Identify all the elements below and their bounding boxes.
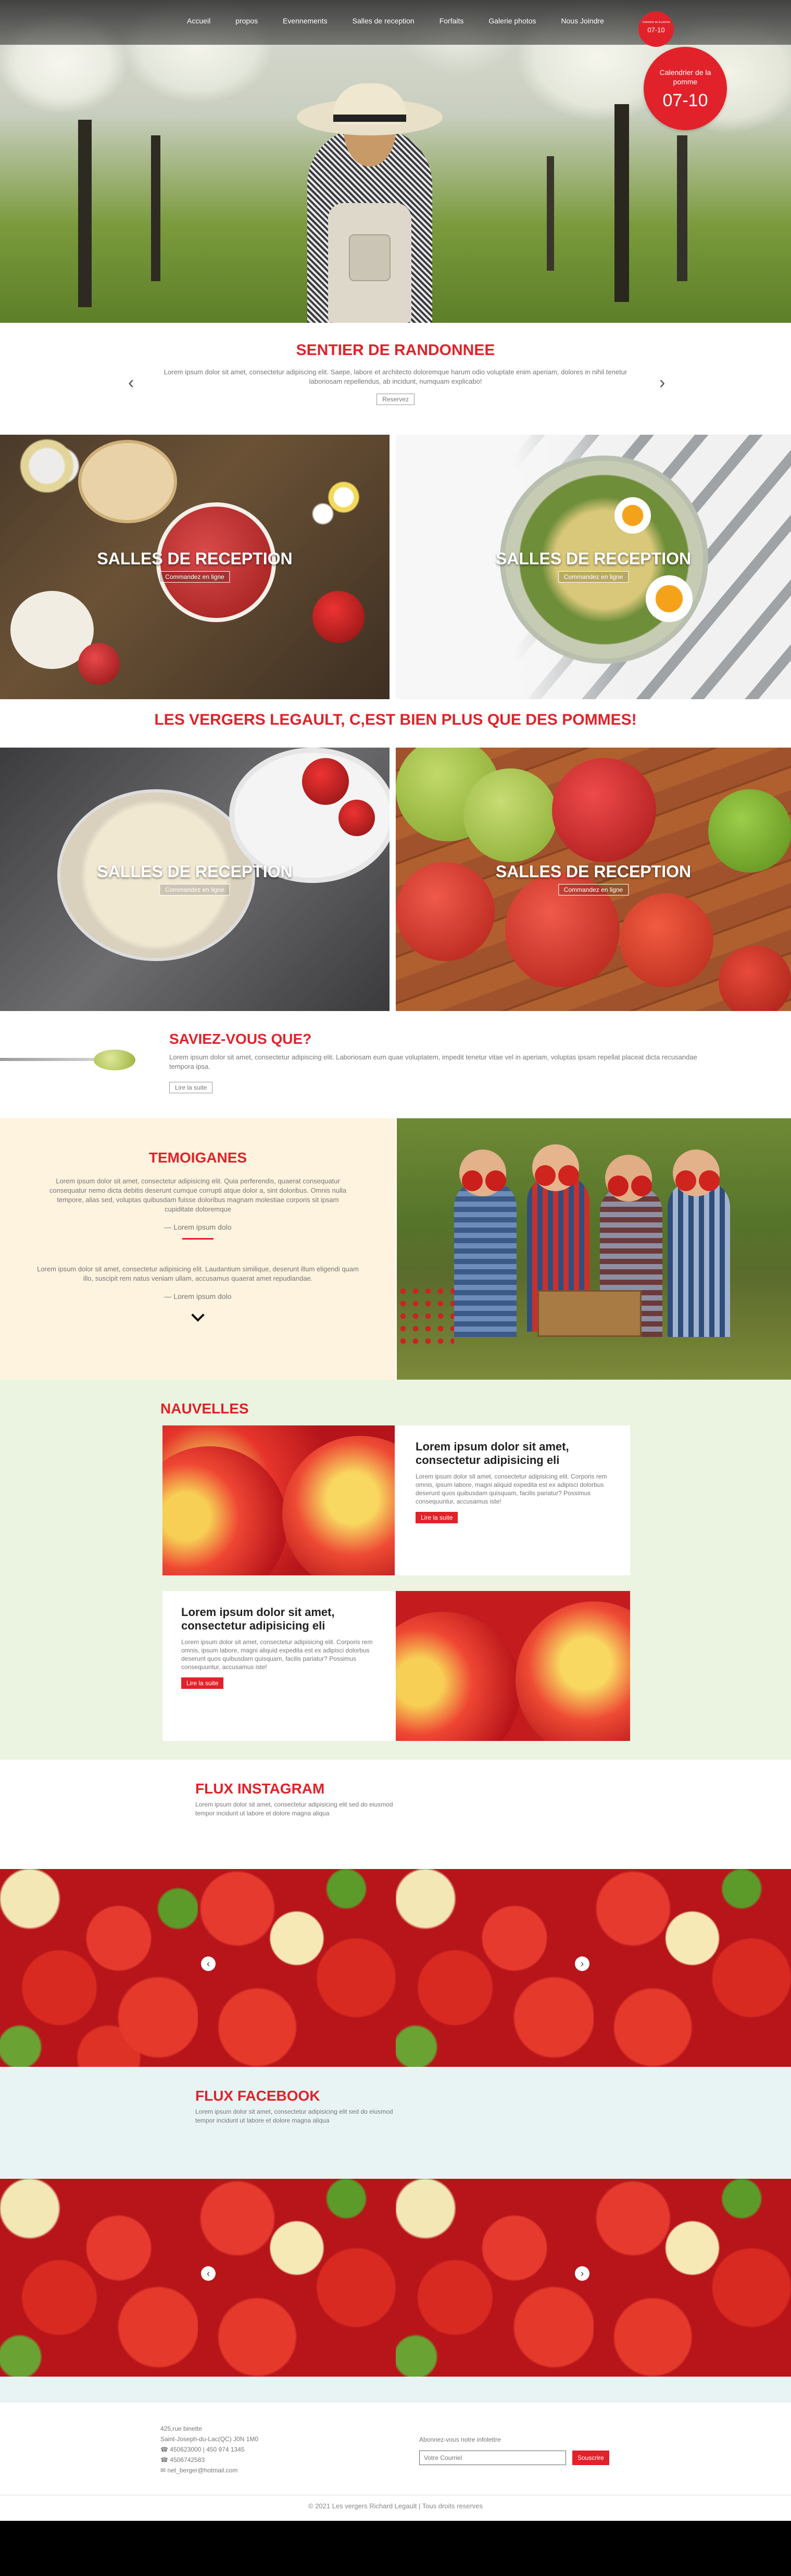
calendar-badge-small-label: Calendrier de la pomme: [642, 21, 670, 24]
calendar-badge-small-date: 07-10: [647, 26, 665, 34]
facebook-post[interactable]: [198, 2179, 396, 2377]
nouvelles-section: NAUVELLES Lorem ipsum dolor sit amet, co…: [0, 1380, 791, 1760]
reception-tile-1[interactable]: SALLES DE RECEPTION Commandez en ligne: [0, 435, 390, 699]
newsletter-label: Abonnez-vous notre infolettre: [419, 2436, 501, 2443]
news-image-1: [162, 1425, 395, 1575]
instagram-text: Lorem ipsum dolor sit amet, consectetur …: [195, 1801, 393, 1817]
news-image-2: [396, 1591, 630, 1741]
testimonial-author-2: — Lorem ipsum dolo: [164, 1292, 232, 1300]
instagram-title: FLUX INSTAGRAM: [195, 1781, 325, 1797]
news-card-1-button[interactable]: Lire la suite: [416, 1512, 458, 1523]
calendar-badge-date: 07-10: [662, 91, 708, 110]
facebook-text: Lorem ipsum dolor sit amet, consectetur …: [195, 2108, 393, 2124]
footer-contact: 425,rue binette Saint-Joseph-du-Lac(QC) …: [160, 2423, 258, 2476]
nouvelles-title: NAUVELLES: [160, 1400, 249, 1417]
trail-slider: SENTIER DE RANDONNEE Lorem ipsum dolor s…: [0, 323, 791, 435]
facebook-post[interactable]: [396, 2179, 594, 2377]
reception-tile-1-button[interactable]: Commandez en ligne: [159, 571, 230, 583]
temoignages-title: TEMOIGANES: [148, 1150, 247, 1166]
testimonial-quote-2: Lorem ipsum dolor sit amet, consectetur …: [37, 1265, 359, 1282]
reception-tile-4-title: SALLES DE RECEPTION: [495, 862, 692, 881]
instagram-feed: ‹ ›: [0, 1869, 791, 2067]
nav-item-salles[interactable]: Salles de reception: [353, 17, 415, 25]
nav-item-evennements[interactable]: Evennements: [283, 17, 328, 25]
nav-item-accueil[interactable]: Accueil: [187, 17, 210, 25]
footer: 425,rue binette Saint-Joseph-du-Lac(QC) …: [0, 2403, 791, 2495]
fork-apple-image: [0, 1046, 146, 1072]
newsletter: Abonnez-vous notre infolettre Souscrire: [419, 2436, 609, 2465]
calendar-badge-label: Calendrier de la pomme: [659, 68, 711, 86]
calendar-badge[interactable]: Calendrier de la pomme 07-10: [644, 47, 727, 130]
reception-tile-3-title: SALLES DE RECEPTION: [97, 862, 293, 881]
instagram-post[interactable]: [198, 1869, 396, 2067]
instagram-prev-icon[interactable]: ‹: [201, 1956, 216, 1971]
nav-item-forfaits[interactable]: Forfaits: [440, 17, 464, 25]
news-card-2-button[interactable]: Lire la suite: [181, 1677, 224, 1689]
temoignages-section: TEMOIGANES Lorem ipsum dolor sit amet, c…: [0, 1118, 396, 1380]
subscribe-button[interactable]: Souscrire: [572, 2451, 609, 2465]
news-card-1-title: Lorem ipsum dolor sit amet, consectetur …: [416, 1440, 569, 1467]
instagram-post[interactable]: [0, 1869, 198, 2067]
calendar-badge-small[interactable]: Calendrier de la pomme 07-10: [638, 11, 674, 47]
facebook-feed: ‹ ›: [0, 2179, 791, 2377]
facebook-title: FLUX FACEBOOK: [195, 2088, 320, 2104]
testimonial-author-1: — Lorem ipsum dolo: [164, 1223, 232, 1231]
reception-tile-4-button[interactable]: Commandez en ligne: [558, 884, 629, 895]
trail-text: Lorem ipsum dolor sit amet, consectetur …: [164, 368, 627, 385]
instagram-post[interactable]: [396, 1869, 594, 2067]
facebook-post[interactable]: [594, 2179, 791, 2377]
reservez-button[interactable]: Reservez: [376, 394, 415, 405]
bottom-bar: [0, 2521, 791, 2576]
footer-address-2: Saint-Joseph-du-Lac(QC) J0N 1M0: [160, 2435, 259, 2443]
reception-tile-3[interactable]: SALLES DE RECEPTION Commandez en ligne: [0, 748, 390, 1011]
news-card-2: Lorem ipsum dolor sit amet, consectetur …: [162, 1591, 396, 1741]
separator-strip: [0, 2377, 791, 2403]
copyright: © 2021 Les vergers Richard Legault | Tou…: [308, 2502, 483, 2510]
news-card-1: Lorem ipsum dolor sit amet, consectetur …: [395, 1425, 630, 1575]
instagram-section: FLUX INSTAGRAM Lorem ipsum dolor sit ame…: [0, 1760, 791, 1869]
instagram-next-icon[interactable]: ›: [575, 1956, 589, 1971]
saviez-section: SAVIEZ-VOUS QUE? Lorem ipsum dolor sit a…: [0, 1011, 791, 1118]
chevron-down-icon[interactable]: [191, 1308, 205, 1322]
chevron-left-icon[interactable]: ‹: [128, 373, 134, 393]
chevron-right-icon[interactable]: ›: [659, 373, 665, 393]
footer-email[interactable]: net_berger@hotmail.com: [167, 2467, 237, 2474]
news-card-1-text: Lorem ipsum dolor sit amet, consectetur …: [416, 1473, 607, 1505]
phone-icon: ☎: [160, 2456, 168, 2464]
facebook-post[interactable]: [0, 2179, 198, 2377]
news-card-2-text: Lorem ipsum dolor sit amet, consectetur …: [181, 1638, 373, 1671]
kids-apples-photo: [397, 1118, 791, 1380]
reception-tile-2-button[interactable]: Commandez en ligne: [558, 571, 629, 583]
reception-tile-4[interactable]: SALLES DE RECEPTION Commandez en ligne: [396, 748, 791, 1011]
newsletter-email-input[interactable]: [419, 2451, 566, 2465]
facebook-section: FLUX FACEBOOK Lorem ipsum dolor sit amet…: [0, 2067, 791, 2179]
footer-phone-2: 4506742583: [170, 2456, 205, 2464]
facebook-prev-icon[interactable]: ‹: [201, 2266, 216, 2281]
nav-item-galerie[interactable]: Galerie photos: [488, 17, 536, 25]
nav-item-nous-joindre[interactable]: Nous Joindre: [561, 17, 604, 25]
facebook-next-icon[interactable]: ›: [575, 2266, 589, 2281]
saviez-title: SAVIEZ-VOUS QUE?: [169, 1031, 312, 1047]
reception-tile-1-title: SALLES DE RECEPTION: [97, 549, 293, 568]
reception-tile-3-button[interactable]: Commandez en ligne: [159, 884, 230, 895]
instagram-post[interactable]: [594, 1869, 791, 2067]
reception-tile-2[interactable]: SALLES DE RECEPTION Commandez en ligne: [396, 435, 791, 699]
trail-title: SENTIER DE RANDONNEE: [296, 342, 495, 359]
testimonial-quote-1: Lorem ipsum dolor sit amet, consectetur …: [49, 1177, 347, 1213]
reception-tile-2-title: SALLES DE RECEPTION: [495, 549, 692, 568]
nav-item-propos[interactable]: propos: [235, 17, 258, 25]
mail-icon: ✉: [160, 2467, 166, 2474]
hero-person: [292, 78, 448, 323]
divider: [182, 1238, 214, 1240]
saviez-text: Lorem ipsum dolor sit amet, consectetur …: [169, 1053, 697, 1070]
news-card-2-title: Lorem ipsum dolor sit amet, consectetur …: [181, 1606, 335, 1632]
footer-address-1: 425,rue binette: [160, 2425, 203, 2432]
phone-icon: ☎: [160, 2446, 168, 2453]
saviez-read-more-button[interactable]: Lire la suite: [169, 1082, 213, 1093]
tagline: LES VERGERS LEGAULT, C,EST BIEN PLUS QUE…: [154, 711, 637, 728]
footer-phone-1: 450623000 | 450 974 1345: [170, 2446, 245, 2453]
